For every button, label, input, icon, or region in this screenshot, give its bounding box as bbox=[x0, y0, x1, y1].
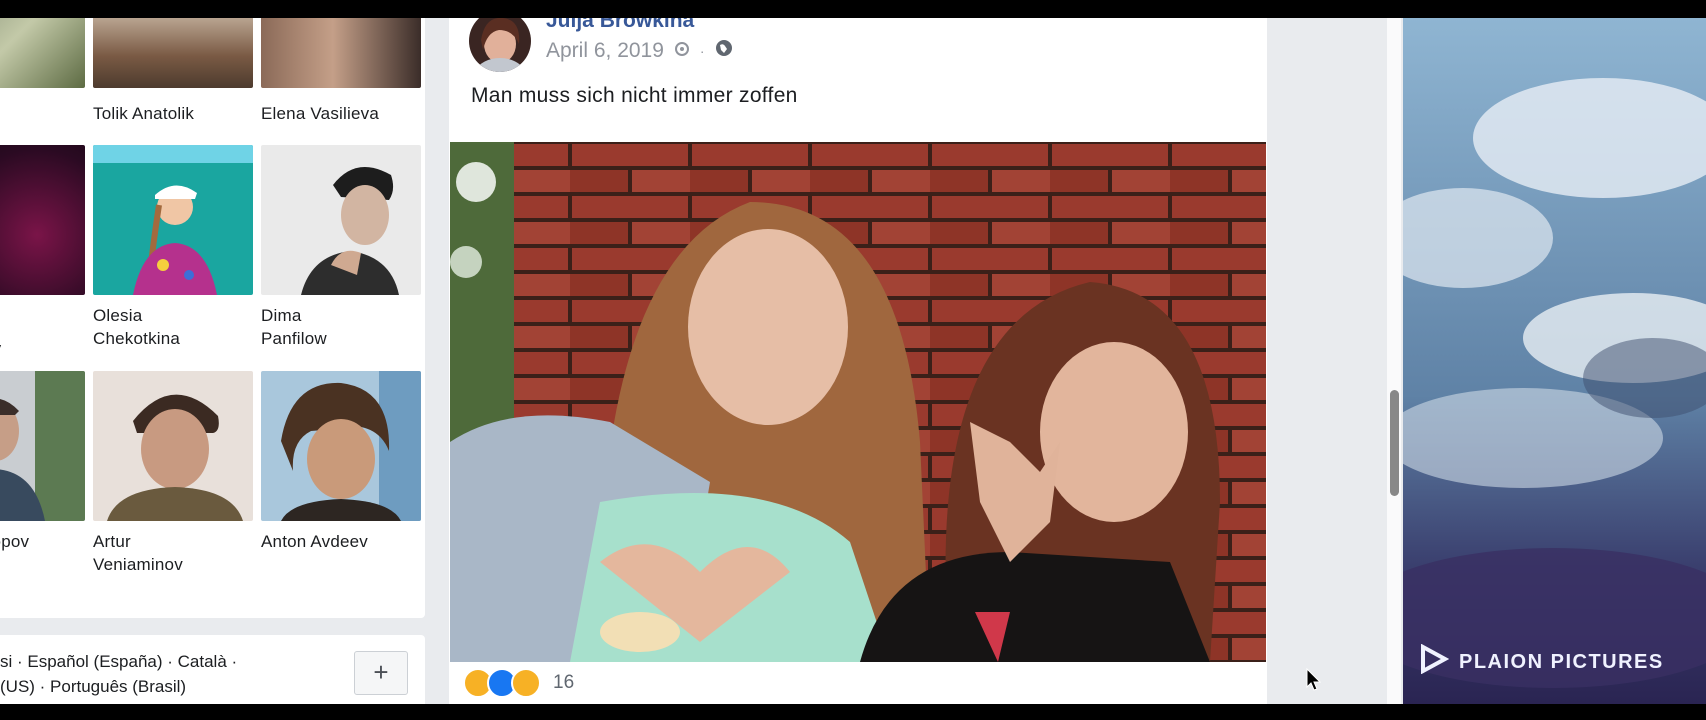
friend-tile[interactable]: Dima Panfilow bbox=[261, 145, 421, 350]
scrollbar-thumb[interactable] bbox=[1390, 390, 1399, 496]
friend-tile[interactable]: Olesia Chekotkina bbox=[93, 145, 253, 350]
language-line[interactable]: si · Español (España) · Català · bbox=[0, 649, 330, 674]
play-triangle-icon bbox=[1419, 643, 1450, 680]
settings-icon[interactable] bbox=[674, 39, 690, 63]
friends-card: v Tolik Anatolik Elena Vasilieva kiy bbox=[0, 18, 425, 618]
language-card: si · Español (España) · Català · (US) · … bbox=[0, 635, 425, 704]
friend-photo[interactable] bbox=[0, 145, 85, 295]
mouse-cursor-icon bbox=[1306, 667, 1322, 697]
ad-brand-logo: PLAION PICTURES bbox=[1419, 643, 1664, 680]
friend-name[interactable]: Artur Veniaminov bbox=[93, 530, 253, 576]
friend-name[interactable]: Olesia Chekotkina bbox=[93, 304, 253, 350]
reaction-count[interactable]: 16 bbox=[553, 672, 574, 694]
language-line[interactable]: (US) · Português (Brasil) bbox=[0, 674, 330, 699]
friend-name[interactable]: Popov bbox=[0, 530, 85, 553]
friend-tile[interactable]: Anton Avdeev bbox=[261, 371, 421, 553]
post-text: Man muss sich nicht immer zoffen bbox=[471, 84, 798, 107]
friend-photo[interactable] bbox=[261, 18, 421, 88]
friend-tile[interactable]: Tolik Anatolik bbox=[93, 18, 253, 125]
friend-photo[interactable] bbox=[0, 371, 85, 521]
post-date[interactable]: April 6, 2019 bbox=[546, 39, 664, 63]
friend-tile[interactable]: Popov bbox=[0, 371, 85, 553]
friend-tile[interactable]: Artur Veniaminov bbox=[93, 371, 253, 576]
post-photo[interactable] bbox=[450, 142, 1266, 662]
post-author-name[interactable]: Julja Browkina bbox=[546, 18, 694, 34]
friend-tile[interactable]: kiy bbox=[0, 145, 85, 360]
add-language-button[interactable]: + bbox=[354, 651, 408, 695]
globe-icon[interactable] bbox=[715, 39, 733, 63]
friend-photo[interactable] bbox=[93, 18, 253, 88]
wow-reaction-icon[interactable] bbox=[511, 668, 541, 698]
ad-brand-name: PLAION PICTURES bbox=[1459, 650, 1664, 673]
friend-name[interactable]: kiy bbox=[0, 337, 85, 360]
reactions-bar[interactable]: 16 bbox=[463, 668, 574, 698]
language-list: si · Español (España) · Català · (US) · … bbox=[0, 649, 330, 699]
friend-tile[interactable]: Elena Vasilieva bbox=[261, 18, 421, 125]
author-avatar[interactable] bbox=[469, 18, 531, 72]
ad-panel[interactable]: PLAION PICTURES bbox=[1403, 18, 1706, 704]
friend-photo[interactable] bbox=[261, 371, 421, 521]
post-meta: April 6, 2019 · bbox=[546, 39, 733, 63]
friend-name[interactable]: Anton Avdeev bbox=[261, 530, 421, 553]
scrollbar-track[interactable] bbox=[1387, 18, 1401, 704]
meta-separator: · bbox=[699, 43, 705, 59]
friend-tile[interactable]: v bbox=[0, 18, 85, 153]
friend-name[interactable]: Tolik Anatolik bbox=[93, 102, 253, 125]
friend-photo[interactable] bbox=[93, 145, 253, 295]
friend-photo[interactable] bbox=[0, 18, 85, 88]
post-card: Julja Browkina April 6, 2019 · Man muss … bbox=[449, 18, 1267, 704]
plus-icon: + bbox=[373, 657, 389, 687]
friend-photo[interactable] bbox=[261, 145, 421, 295]
friend-name[interactable]: Elena Vasilieva bbox=[261, 102, 421, 125]
friend-photo[interactable] bbox=[93, 371, 253, 521]
facebook-page: v Tolik Anatolik Elena Vasilieva kiy bbox=[0, 18, 1706, 704]
friend-name[interactable]: Dima Panfilow bbox=[261, 304, 421, 350]
